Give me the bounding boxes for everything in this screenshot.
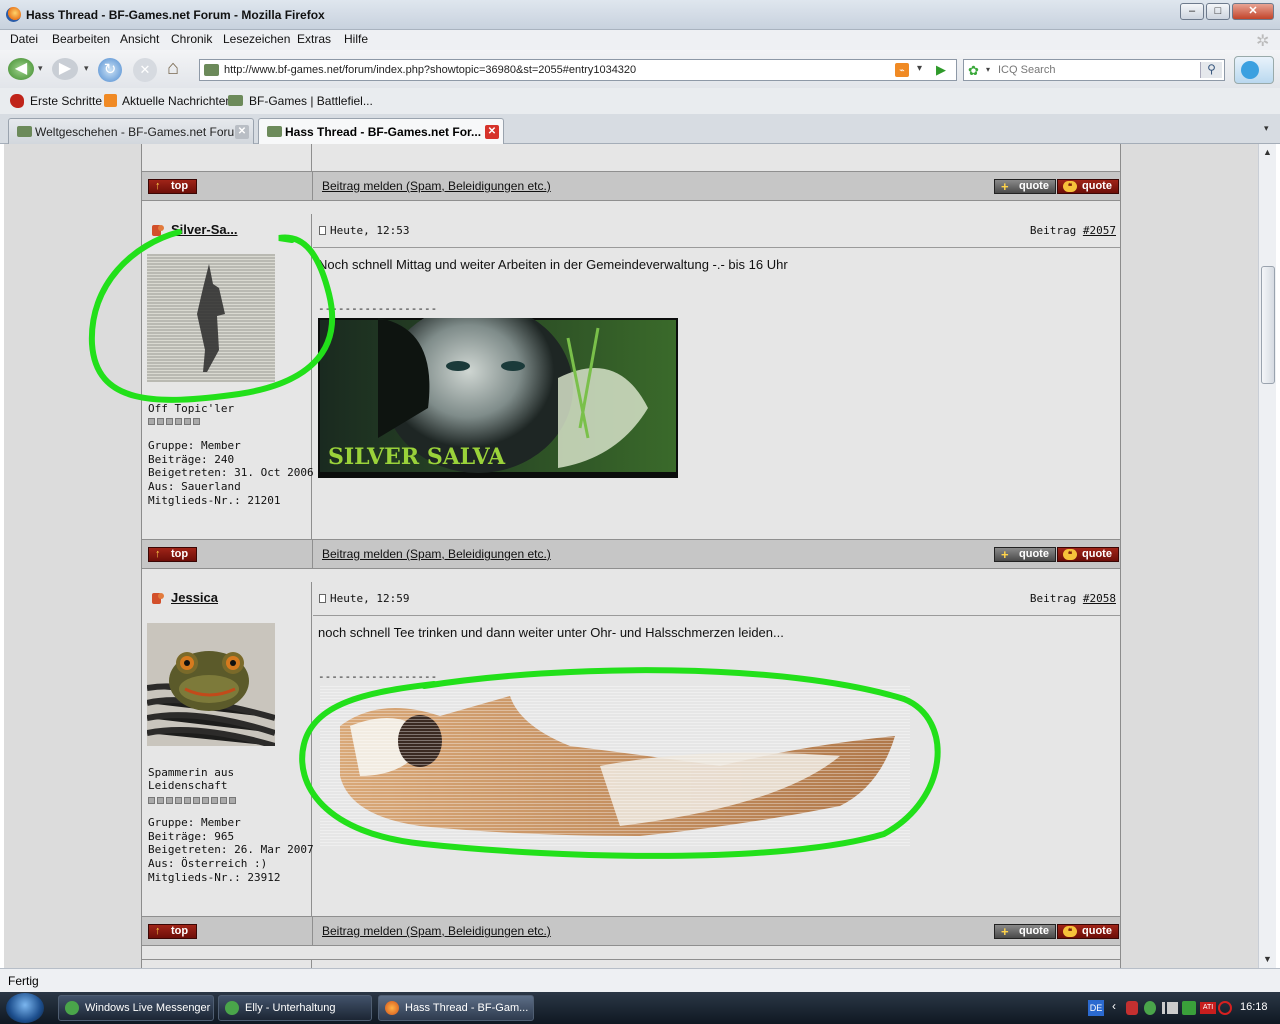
url-history-dropdown-icon[interactable]: ▾: [917, 63, 922, 74]
bookmark-bf-games[interactable]: BF-Games | Battlefiel...: [249, 94, 373, 108]
throbber-icon: ✲: [1256, 33, 1270, 50]
green-circle-avatar: [88, 229, 336, 403]
url-text[interactable]: http://www.bf-games.net/forum/index.php?…: [224, 64, 636, 76]
window-title: Hass Thread - BF-Games.net Forum - Mozil…: [26, 8, 325, 22]
bookmark-aktuelle-nachrichten[interactable]: Aktuelle Nachrichten: [122, 94, 232, 108]
icq-engine-icon[interactable]: ✿: [968, 63, 979, 79]
search-input[interactable]: ICQ Search: [998, 64, 1055, 76]
menu-hilfe[interactable]: Hilfe: [344, 32, 368, 46]
firefox-icon: [385, 1001, 399, 1015]
scroll-up-icon[interactable]: ▲: [1263, 147, 1272, 157]
taskbar-label: Windows Live Messenger: [85, 1002, 211, 1014]
go-icon[interactable]: ▶: [936, 62, 946, 78]
bookmark-erste-schritte[interactable]: Erste Schritte: [30, 94, 102, 108]
taskbar-firefox[interactable]: Hass Thread - BF-Gam...: [378, 995, 534, 1021]
menu-lesezeichen[interactable]: Lesezeichen: [223, 32, 290, 46]
tray-antivirus-icon[interactable]: [1218, 1001, 1232, 1015]
taskbar-messenger[interactable]: Windows Live Messenger: [58, 995, 214, 1021]
tray-network-icon[interactable]: [1162, 1002, 1178, 1014]
scroll-down-icon[interactable]: ▼: [1263, 954, 1272, 964]
navigation-toolbar: ◀ ▾ ▶ ▾ ↻ ✕ ⌂ http://www.bf-games.net/fo…: [0, 50, 1280, 88]
tab-favicon-icon: [17, 126, 32, 137]
vertical-scrollbar[interactable]: ▲ ▼: [1258, 144, 1276, 968]
tab-hass-thread[interactable]: Hass Thread - BF-Games.net For... ✕: [258, 118, 504, 144]
tab-label: Weltgeschehen - BF-Games.net Forum: [35, 125, 245, 139]
search-box[interactable]: ✿ ▾ ICQ Search ⚲: [963, 59, 1225, 81]
close-tab-icon[interactable]: ✕: [485, 125, 499, 139]
back-history-dropdown-icon[interactable]: ▾: [38, 63, 43, 74]
windows-taskbar: Windows Live Messenger Elly - Unterhaltu…: [0, 992, 1280, 1024]
close-tab-icon[interactable]: ✕: [235, 125, 249, 139]
menu-bearbeiten[interactable]: Bearbeiten: [52, 32, 110, 46]
tray-messenger-icon[interactable]: [1144, 1001, 1156, 1015]
messenger-chat-icon: [225, 1001, 239, 1015]
search-engine-dropdown-icon[interactable]: ▾: [986, 65, 990, 74]
close-window-button[interactable]: ✕: [1232, 3, 1274, 20]
icq-logo-icon: [1241, 61, 1259, 79]
start-button-icon[interactable]: [6, 993, 44, 1023]
menu-datei[interactable]: Datei: [10, 32, 38, 46]
tab-label: Hass Thread - BF-Games.net For...: [285, 125, 482, 139]
forward-icon[interactable]: ▶: [52, 58, 78, 80]
tray-expand-icon[interactable]: ‹: [1112, 999, 1116, 1013]
taskbar-label: Hass Thread - BF-Gam...: [405, 1002, 529, 1014]
erste-schritte-icon: [10, 94, 24, 108]
firefox-icon: [6, 7, 21, 22]
home-icon[interactable]: ⌂: [167, 57, 179, 80]
back-icon[interactable]: ◀: [8, 58, 34, 80]
window-titlebar: Hass Thread - BF-Games.net Forum - Mozil…: [0, 0, 1280, 30]
menu-ansicht[interactable]: Ansicht: [120, 32, 159, 46]
tab-weltgeschehen[interactable]: Weltgeschehen - BF-Games.net Forum ✕: [8, 118, 254, 144]
search-icon[interactable]: ⚲: [1200, 62, 1222, 78]
green-circle-signature: [299, 667, 941, 859]
bf-games-icon: [228, 95, 243, 106]
list-all-tabs-icon[interactable]: ▾: [1264, 123, 1269, 134]
scrollbar-thumb[interactable]: [1261, 266, 1275, 384]
system-clock[interactable]: 16:18: [1240, 1001, 1268, 1013]
menu-chronik[interactable]: Chronik: [171, 32, 212, 46]
maximize-button[interactable]: □: [1206, 3, 1230, 20]
rss-icon: [104, 94, 117, 107]
forward-history-dropdown-icon[interactable]: ▾: [84, 63, 89, 74]
taskbar-label: Elly - Unterhaltung: [245, 1002, 336, 1014]
green-marker-annotations: [88, 229, 941, 859]
status-bar: Fertig: [0, 968, 1280, 992]
reload-icon[interactable]: ↻: [98, 58, 122, 82]
tray-ati-icon[interactable]: ATI: [1200, 1002, 1216, 1014]
menu-extras[interactable]: Extras: [297, 32, 331, 46]
language-indicator[interactable]: DE: [1088, 1000, 1104, 1016]
site-favicon-icon: [204, 64, 219, 76]
icq-toolbar-button[interactable]: [1234, 56, 1274, 84]
url-bar[interactable]: http://www.bf-games.net/forum/index.php?…: [199, 59, 957, 81]
stop-icon[interactable]: ✕: [133, 58, 157, 82]
tab-favicon-icon: [267, 126, 282, 137]
messenger-icon: [65, 1001, 79, 1015]
tab-bar: Weltgeschehen - BF-Games.net Forum ✕ Has…: [0, 114, 1280, 144]
minimize-button[interactable]: –: [1180, 3, 1204, 20]
page-content: ↑ top Beitrag melden (Spam, Beleidigungen…: [4, 144, 1258, 968]
bookmarks-toolbar: Erste Schritte Aktuelle Nachrichten BF-G…: [0, 88, 1280, 114]
taskbar-elly-conversation[interactable]: Elly - Unterhaltung: [218, 995, 372, 1021]
tray-security-icon[interactable]: [1126, 1001, 1138, 1015]
menu-bar: Datei Bearbeiten Ansicht Chronik Lesezei…: [0, 30, 1280, 50]
rss-feed-icon[interactable]: ⌁: [895, 63, 909, 77]
tray-connection-icon[interactable]: [1182, 1001, 1196, 1015]
status-text: Fertig: [8, 974, 39, 988]
